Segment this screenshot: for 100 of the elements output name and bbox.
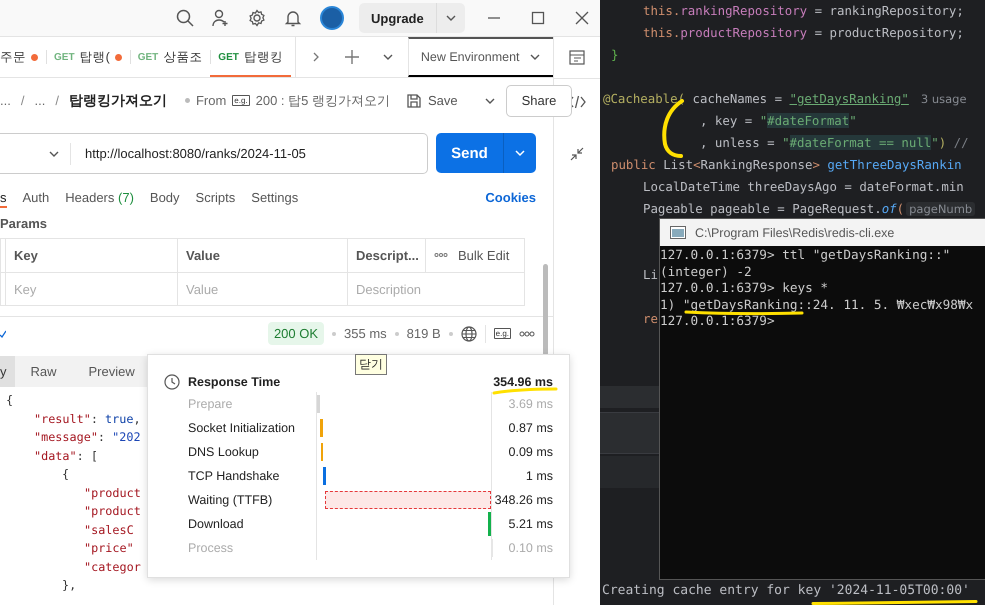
phase-name: Process [188,540,234,557]
request-tab[interactable]: 주문 [0,37,46,77]
request-section-tab[interactable]: Settings [251,186,298,208]
bullet-icon [184,98,190,103]
request-section-tab[interactable]: Scripts [196,186,236,208]
request-tab[interactable]: GET 탑랭( [46,37,130,77]
request-section-tab[interactable]: s [0,186,6,208]
phase-duration: 348.26 ms [494,492,553,509]
window-title: C:\Program Files\Redis\redis-cli.exe [695,226,894,240]
settings-icon[interactable] [248,9,266,27]
variables-icon[interactable] [568,48,586,66]
code-line: "result": true, [34,412,141,426]
phase-name: TCP Handshake [188,468,280,485]
request-tab[interactable]: GET 상품조 [130,37,210,77]
cookies-link[interactable]: Cookies [485,190,536,204]
params-heading: Params [0,214,48,232]
column-header: Descript... [356,248,419,263]
highlight-underline [492,386,558,396]
tab-label: 탑랭킹 [244,48,283,66]
code-line: "product [84,504,141,518]
code-line: public List<RankingResponse> getThreeDaysRankin [611,157,962,172]
scrollbar[interactable] [543,264,548,356]
code-line: { [6,393,14,407]
terminal-line: 127.0.0.1:6379> ttl "getDaysRanking::" [660,248,950,262]
code-line: "categor [84,560,141,574]
phase-duration: 5.21 ms [508,516,553,533]
breadcrumb-item: 탑랭킹가져오기 [68,92,167,110]
code-line: "data": [ [34,448,98,462]
request-section-tab[interactable]: Headers (7) [65,186,134,208]
response-view-tab[interactable]: Preview [72,356,151,387]
code-line: "message": "202 [34,430,141,444]
phase-name: Download [188,516,245,533]
tool-window-bar [600,386,659,408]
save-icon [406,92,422,108]
phase-duration: 0.87 ms [508,420,553,437]
terminal-line: (integer) -2 [660,264,752,278]
terminal-line: 1) "getDaysRanking::24. 11. 5. ₩xec₩x98₩x [660,298,974,312]
breadcrumb-item[interactable]: ... [34,93,46,108]
close-icon[interactable] [574,11,589,25]
request-tab[interactable]: GET 탑랭킹 [210,37,291,77]
response-time[interactable]: 355 ms [344,326,387,341]
terminal-line: 127.0.0.1:6379> keys * [660,281,828,295]
code-line: } [611,47,618,62]
terminal-line: 127.0.0.1:6379> [660,314,775,328]
from-label: From [196,93,226,108]
bulk-edit-link[interactable]: Bulk Edit [458,248,510,263]
request-section-tab[interactable]: Body [150,186,180,208]
tooltip: 닫기 [355,354,387,375]
clock-icon [164,374,180,390]
phase-duration: 0.09 ms [508,444,553,461]
avatar-icon[interactable] [320,6,344,30]
response-size[interactable]: 819 B [406,326,441,341]
globe-icon[interactable] [460,326,477,342]
code-line: "salesC [84,522,134,536]
bell-icon[interactable] [284,9,302,27]
tool-window-panel [600,412,659,454]
status-badge[interactable]: 200 OK [268,322,324,345]
popup-title: Response Time [188,375,280,389]
phase-duration: 3.69 ms [508,396,553,413]
breadcrumb-item[interactable]: ... [0,93,11,108]
method-label: GET [138,52,158,62]
code-line: LocalDateTime threeDaysAgo = dateFormat.min [643,179,964,194]
column-header: Value [186,248,220,263]
column-header: Key [14,248,38,263]
phase-duration: 1 ms [524,468,553,485]
code-line: }, [62,578,76,592]
code-line: Pageable pageable = PageRequest.of( pageNumb [643,201,976,216]
tab-label: 탑랭( [80,48,110,66]
example-badge: e.g. [232,95,250,106]
phase-name: Waiting (TTFB) [188,492,274,509]
environment-dropdown[interactable]: New Environment [408,37,553,77]
maximize-icon[interactable] [530,11,545,25]
response-view-tab[interactable]: Raw [14,356,73,387]
response-view-tab[interactable]: y [0,356,14,387]
console-app-icon [670,226,686,239]
code-line: , unless = "#dateFormat == null") // [700,135,969,150]
plus-icon[interactable] [344,49,360,65]
code-line: "product [84,486,141,500]
code-line: this.productRepository = productRepository; [643,25,964,40]
save-button[interactable]: Save [400,92,464,110]
example-link[interactable]: 200 : 탑5 랭킹가져오기 [256,92,390,110]
phase-name: Prepare [188,396,234,413]
search-icon[interactable] [176,9,194,27]
method-label: GET [218,52,239,62]
share-button[interactable]: Share [506,84,572,116]
code-line: , key = "#dateFormat" [700,113,857,128]
add-user-icon[interactable] [212,9,230,27]
example-badge[interactable]: e.g. [494,328,511,339]
code-line: "price" [84,541,134,555]
url-bar[interactable]: http://localhost:8080/ranks/2024-11-05 [0,133,428,174]
ellipsis-icon[interactable] [519,330,535,338]
total-time: 354.96 ms [493,375,553,389]
phase-name: DNS Lookup [188,444,260,461]
url-field[interactable]: http://localhost:8080/ranks/2024-11-05 [71,145,427,162]
request-section-tab[interactable]: Auth [22,186,50,208]
collapse-icon[interactable] [570,147,584,161]
phase-name: Socket Initialization [188,420,296,437]
tab-label: 주문 [0,48,26,66]
code-line: re [643,311,658,326]
console-log-line: Creating cache entry for key '2024-11-05T00:00' [602,584,970,598]
